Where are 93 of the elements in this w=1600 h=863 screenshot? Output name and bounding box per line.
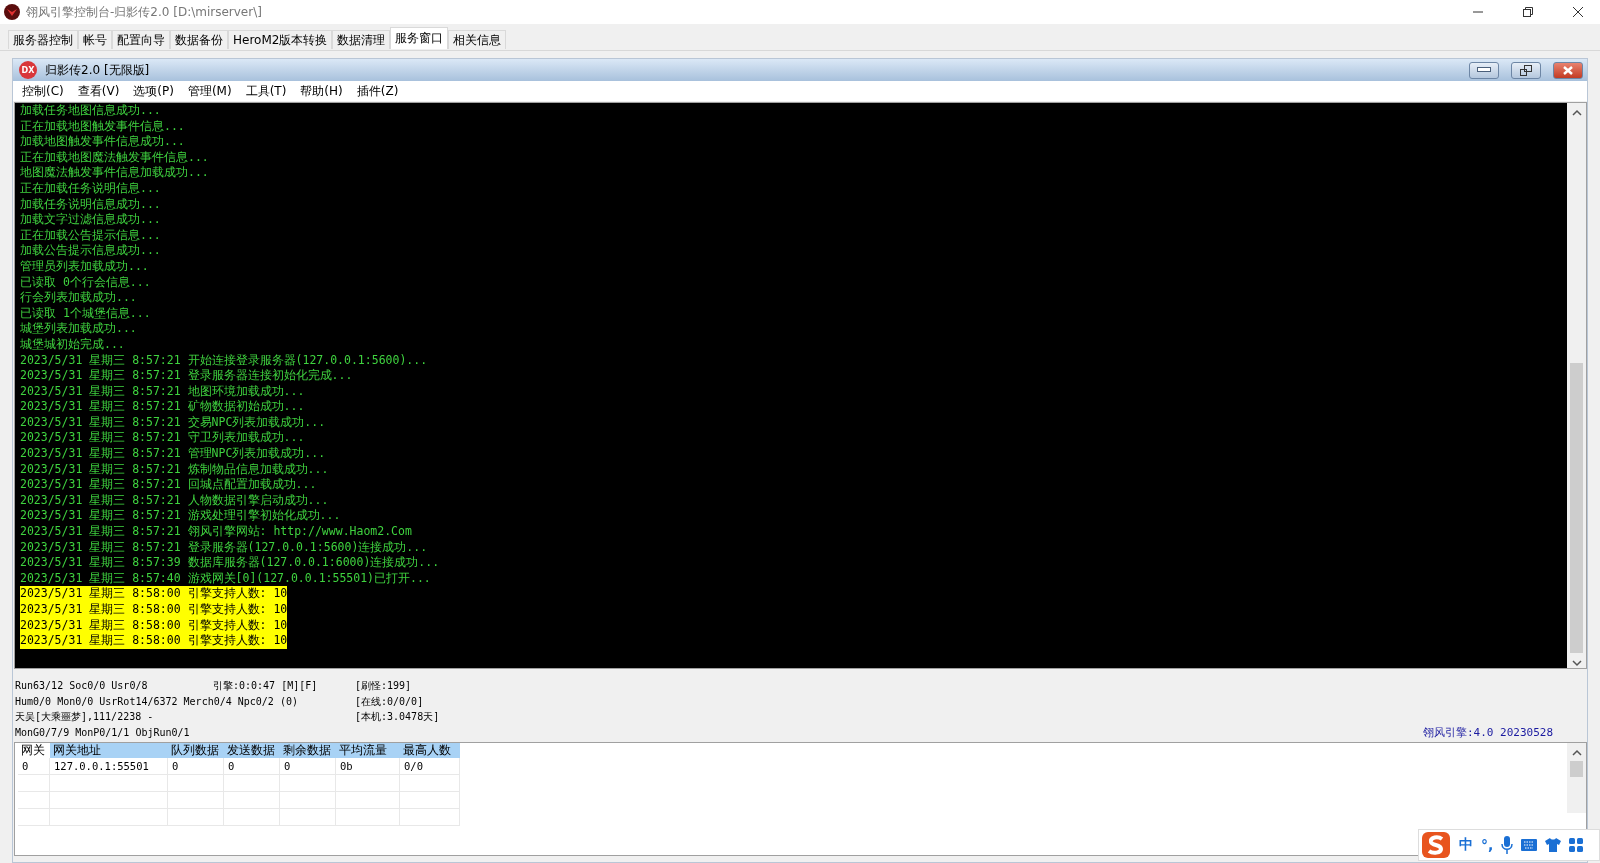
restore-icon (1520, 64, 1532, 76)
log-line: 2023/5/31 星期三 8:57:21 矿物数据初始成功... (20, 399, 305, 415)
log-line: 2023/5/31 星期三 8:57:39 数据库服务器(127.0.0.1:6000)连接成功... (20, 555, 440, 571)
restore-button[interactable] (1511, 61, 1541, 79)
scroll-down-icon[interactable] (1571, 659, 1582, 667)
log-line: 加载地图触发事件信息成功... (20, 134, 185, 150)
log-line: 管理员列表加载成功... (20, 258, 149, 275)
minimize-icon (1477, 67, 1491, 73)
log-line: 2023/5/31 星期三 8:57:21 开始连接登录服务器(127.0.0.1:5600)... (20, 352, 428, 369)
log-line: 正在加载地图触发事件信息... (20, 118, 185, 135)
column-header[interactable]: 剩余数据 (280, 743, 336, 758)
menu-item[interactable]: 选项(P) (126, 82, 181, 100)
tab[interactable]: HeroM2版本转换 (228, 30, 333, 49)
log-line: 2023/5/31 星期三 8:57:21 守卫列表加载成功... (20, 430, 305, 447)
tab[interactable]: 配置向导 (112, 30, 170, 49)
scroll-up-icon[interactable] (1571, 109, 1582, 117)
log-line: 加载任务地图信息成功... (20, 103, 161, 119)
log-line: 2023/5/31 星期三 8:57:21 炼制物品信息加载成功... (20, 461, 329, 478)
log-line: 2023/5/31 星期三 8:57:21 地图环境加载成功... (20, 383, 305, 400)
status-text: 引擎:0:0:47 [M][F] (213, 679, 318, 693)
column-header[interactable]: 最高人数 (400, 743, 460, 758)
status-text: Run63/12 Soc0/0 Usr0/8 (15, 679, 148, 693)
log-line: 行会列表加载成功... (20, 290, 137, 306)
log-line: 2023/5/31 星期三 8:57:21 游戏处理引擎初始化成功... (20, 508, 341, 525)
scrollbar-thumb[interactable] (1570, 761, 1583, 777)
log-line: 2023/5/31 星期三 8:57:21 人物数据引擎启动成功... (20, 492, 329, 509)
tab[interactable]: 服务窗口 (390, 27, 449, 49)
table-cell: 0 (18, 758, 50, 775)
log-line: 加载任务说明信息成功... (20, 196, 161, 213)
scrollbar-thumb[interactable] (1570, 363, 1583, 653)
tab[interactable]: 数据备份 (170, 30, 228, 49)
log-line: 正在加载公告提示信息... (20, 227, 161, 244)
table-cell: 127.0.0.1:55501 (50, 758, 168, 775)
restore-icon (1523, 7, 1533, 17)
scroll-up-icon[interactable] (1571, 749, 1582, 757)
log-line: 正在加载任务说明信息... (20, 180, 161, 197)
microphone-icon[interactable] (1501, 836, 1514, 854)
log-line: 已读取 0个行会信息... (20, 274, 151, 291)
window-title: 翎风引擎控制台-归影传2.0 [D:\mirserver\] (26, 3, 263, 21)
ime-text[interactable]: 中 (1459, 836, 1473, 854)
log-line: 城堡列表加载成功... (20, 321, 137, 337)
version-text: 翎风引擎:4.0 20230528 (1422, 725, 1553, 741)
status-text: [本机:3.0478天] (355, 710, 440, 725)
log-line: 2023/5/31 星期三 8:57:40 游戏网关[0](127.0.0.1:55501)已打开... (20, 570, 431, 587)
column-header[interactable]: 平均流量 (336, 743, 400, 758)
tab[interactable]: 服务器控制 (8, 30, 78, 49)
log-line: 2023/5/31 星期三 8:57:21 登录服务器(127.0.0.1:5600)连接成功... (20, 539, 428, 556)
log-line: 已读取 1个城堡信息... (20, 305, 151, 322)
table-cell: 0 (224, 758, 280, 775)
log-line: 2023/5/31 星期三 8:57:21 交易NPC列表加载成功... (20, 414, 326, 431)
keyboard-icon[interactable] (1521, 839, 1538, 851)
tab[interactable]: 数据清理 (332, 30, 391, 49)
tab[interactable]: 相关信息 (448, 30, 507, 49)
status-text: [刷怪:199] (355, 679, 412, 693)
log-line: 加载公告提示信息成功... (20, 243, 161, 259)
menu-item[interactable]: 工具(T) (238, 82, 294, 100)
status-text: Hum0/0 Mon0/0 UsrRot14/6372 Merch0/4 Npc0/2 (0) (15, 694, 298, 709)
app-logo-icon (4, 4, 20, 20)
scrollbar[interactable] (1567, 743, 1586, 813)
column-header[interactable]: 发送数据 (224, 743, 280, 758)
ime-logo-icon[interactable] (1421, 831, 1451, 859)
table-cell: 0/0 (400, 758, 460, 775)
dx-icon: DX (19, 61, 37, 79)
menu-item[interactable]: 帮助(H) (293, 82, 350, 100)
menu-item[interactable]: 控制(C) (15, 82, 71, 100)
close-button[interactable] (1553, 61, 1583, 79)
close-icon (1563, 65, 1573, 75)
tab[interactable]: 帐号 (78, 30, 112, 49)
log-line: 加载文字过滤信息成功... (20, 212, 161, 228)
table-cell: 0 (280, 758, 336, 775)
log-line: 城堡城初始完成... (20, 336, 125, 353)
menu-item[interactable]: 查看(V) (70, 82, 127, 100)
column-header[interactable]: 网关地址 (50, 743, 168, 758)
menu-item[interactable]: 管理(M) (180, 82, 239, 100)
ime-text[interactable]: °, (1481, 837, 1494, 853)
log-line: 2023/5/31 星期三 8:57:21 回城点配置加载成功... (20, 477, 317, 493)
log-line: 地图魔法触发事件信息加载成功... (20, 165, 209, 181)
log-line: 2023/5/31 星期三 8:57:21 翎风引擎网站: http://www.Haom2.Com (20, 524, 412, 540)
log-line: 2023/5/31 星期三 8:57:21 登录服务器连接初始化完成... (20, 368, 353, 384)
column-header[interactable]: 队列数据 (168, 743, 224, 758)
log-line: 正在加载地图魔法触发事件信息... (20, 149, 209, 166)
shirt-icon[interactable] (1545, 838, 1562, 852)
table-cell: 0b (336, 758, 400, 775)
minimize-button[interactable] (1469, 61, 1499, 79)
status-text: [在线:0/0/0] (355, 694, 424, 709)
grid-icon[interactable] (1569, 838, 1584, 852)
table-cell: 0 (168, 758, 224, 775)
log-line: 2023/5/31 星期三 8:57:21 管理NPC列表加载成功... (20, 446, 326, 462)
close-icon (1573, 7, 1583, 17)
menu-item[interactable]: 插件(Z) (349, 82, 406, 100)
status-text: MonG0/7/9 MonP0/1/1 ObjRun0/1 (15, 725, 190, 740)
status-text: 天吴[大乘噩梦],111/2238 - (15, 710, 154, 725)
child-window-title: 归影传2.0 [无限版] (45, 61, 151, 79)
